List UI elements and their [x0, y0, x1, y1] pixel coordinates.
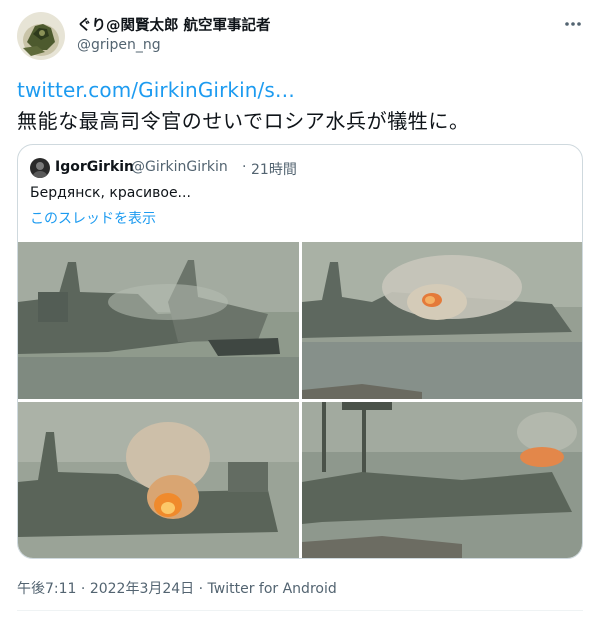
- show-thread-link[interactable]: このスレッドを表示: [30, 208, 156, 228]
- quoted-tweet[interactable]: IgorGirkin @GirkinGirkin · 21時間 Бердянск…: [17, 144, 583, 559]
- divider: [17, 610, 583, 611]
- tweet-source[interactable]: Twitter for Android: [208, 581, 337, 597]
- tweet: ぐり@関賢太郎 航空軍事記者 @gripen_ng twitter.com/Gi…: [0, 0, 599, 625]
- quoted-separator: ·: [242, 159, 247, 175]
- photo-2[interactable]: [302, 242, 582, 399]
- quoted-author-name: IgorGirkin: [55, 159, 135, 175]
- tweet-text: 無能な最高司令官のせいでロシア水兵が犠牲に。: [17, 109, 470, 133]
- tweet-meta: 午後7:11 · 2022年3月24日 · Twitter for Androi…: [17, 578, 337, 598]
- quoted-avatar: [30, 158, 50, 178]
- meta-separator-1: ·: [80, 581, 90, 597]
- tweet-time[interactable]: 午後7:11: [17, 581, 76, 597]
- author-name[interactable]: ぐり@関賢太郎 航空軍事記者: [77, 14, 271, 35]
- more-horizontal-icon[interactable]: [561, 12, 585, 36]
- quoted-text: Бердянск, красивое...: [30, 185, 191, 201]
- author-handle[interactable]: @gripen_ng: [77, 37, 161, 53]
- tweet-date[interactable]: 2022年3月24日: [90, 581, 194, 597]
- quoted-time: 21時間: [251, 162, 297, 178]
- photo-1[interactable]: [18, 242, 299, 399]
- photo-3[interactable]: [18, 402, 299, 558]
- quoted-author-handle: @GirkinGirkin: [131, 159, 228, 175]
- tweet-link[interactable]: twitter.com/GirkinGirkin/s…: [17, 78, 295, 102]
- photo-grid: [18, 242, 582, 558]
- meta-separator-2: ·: [198, 581, 208, 597]
- photo-4[interactable]: [302, 402, 582, 558]
- author-avatar[interactable]: [17, 12, 65, 60]
